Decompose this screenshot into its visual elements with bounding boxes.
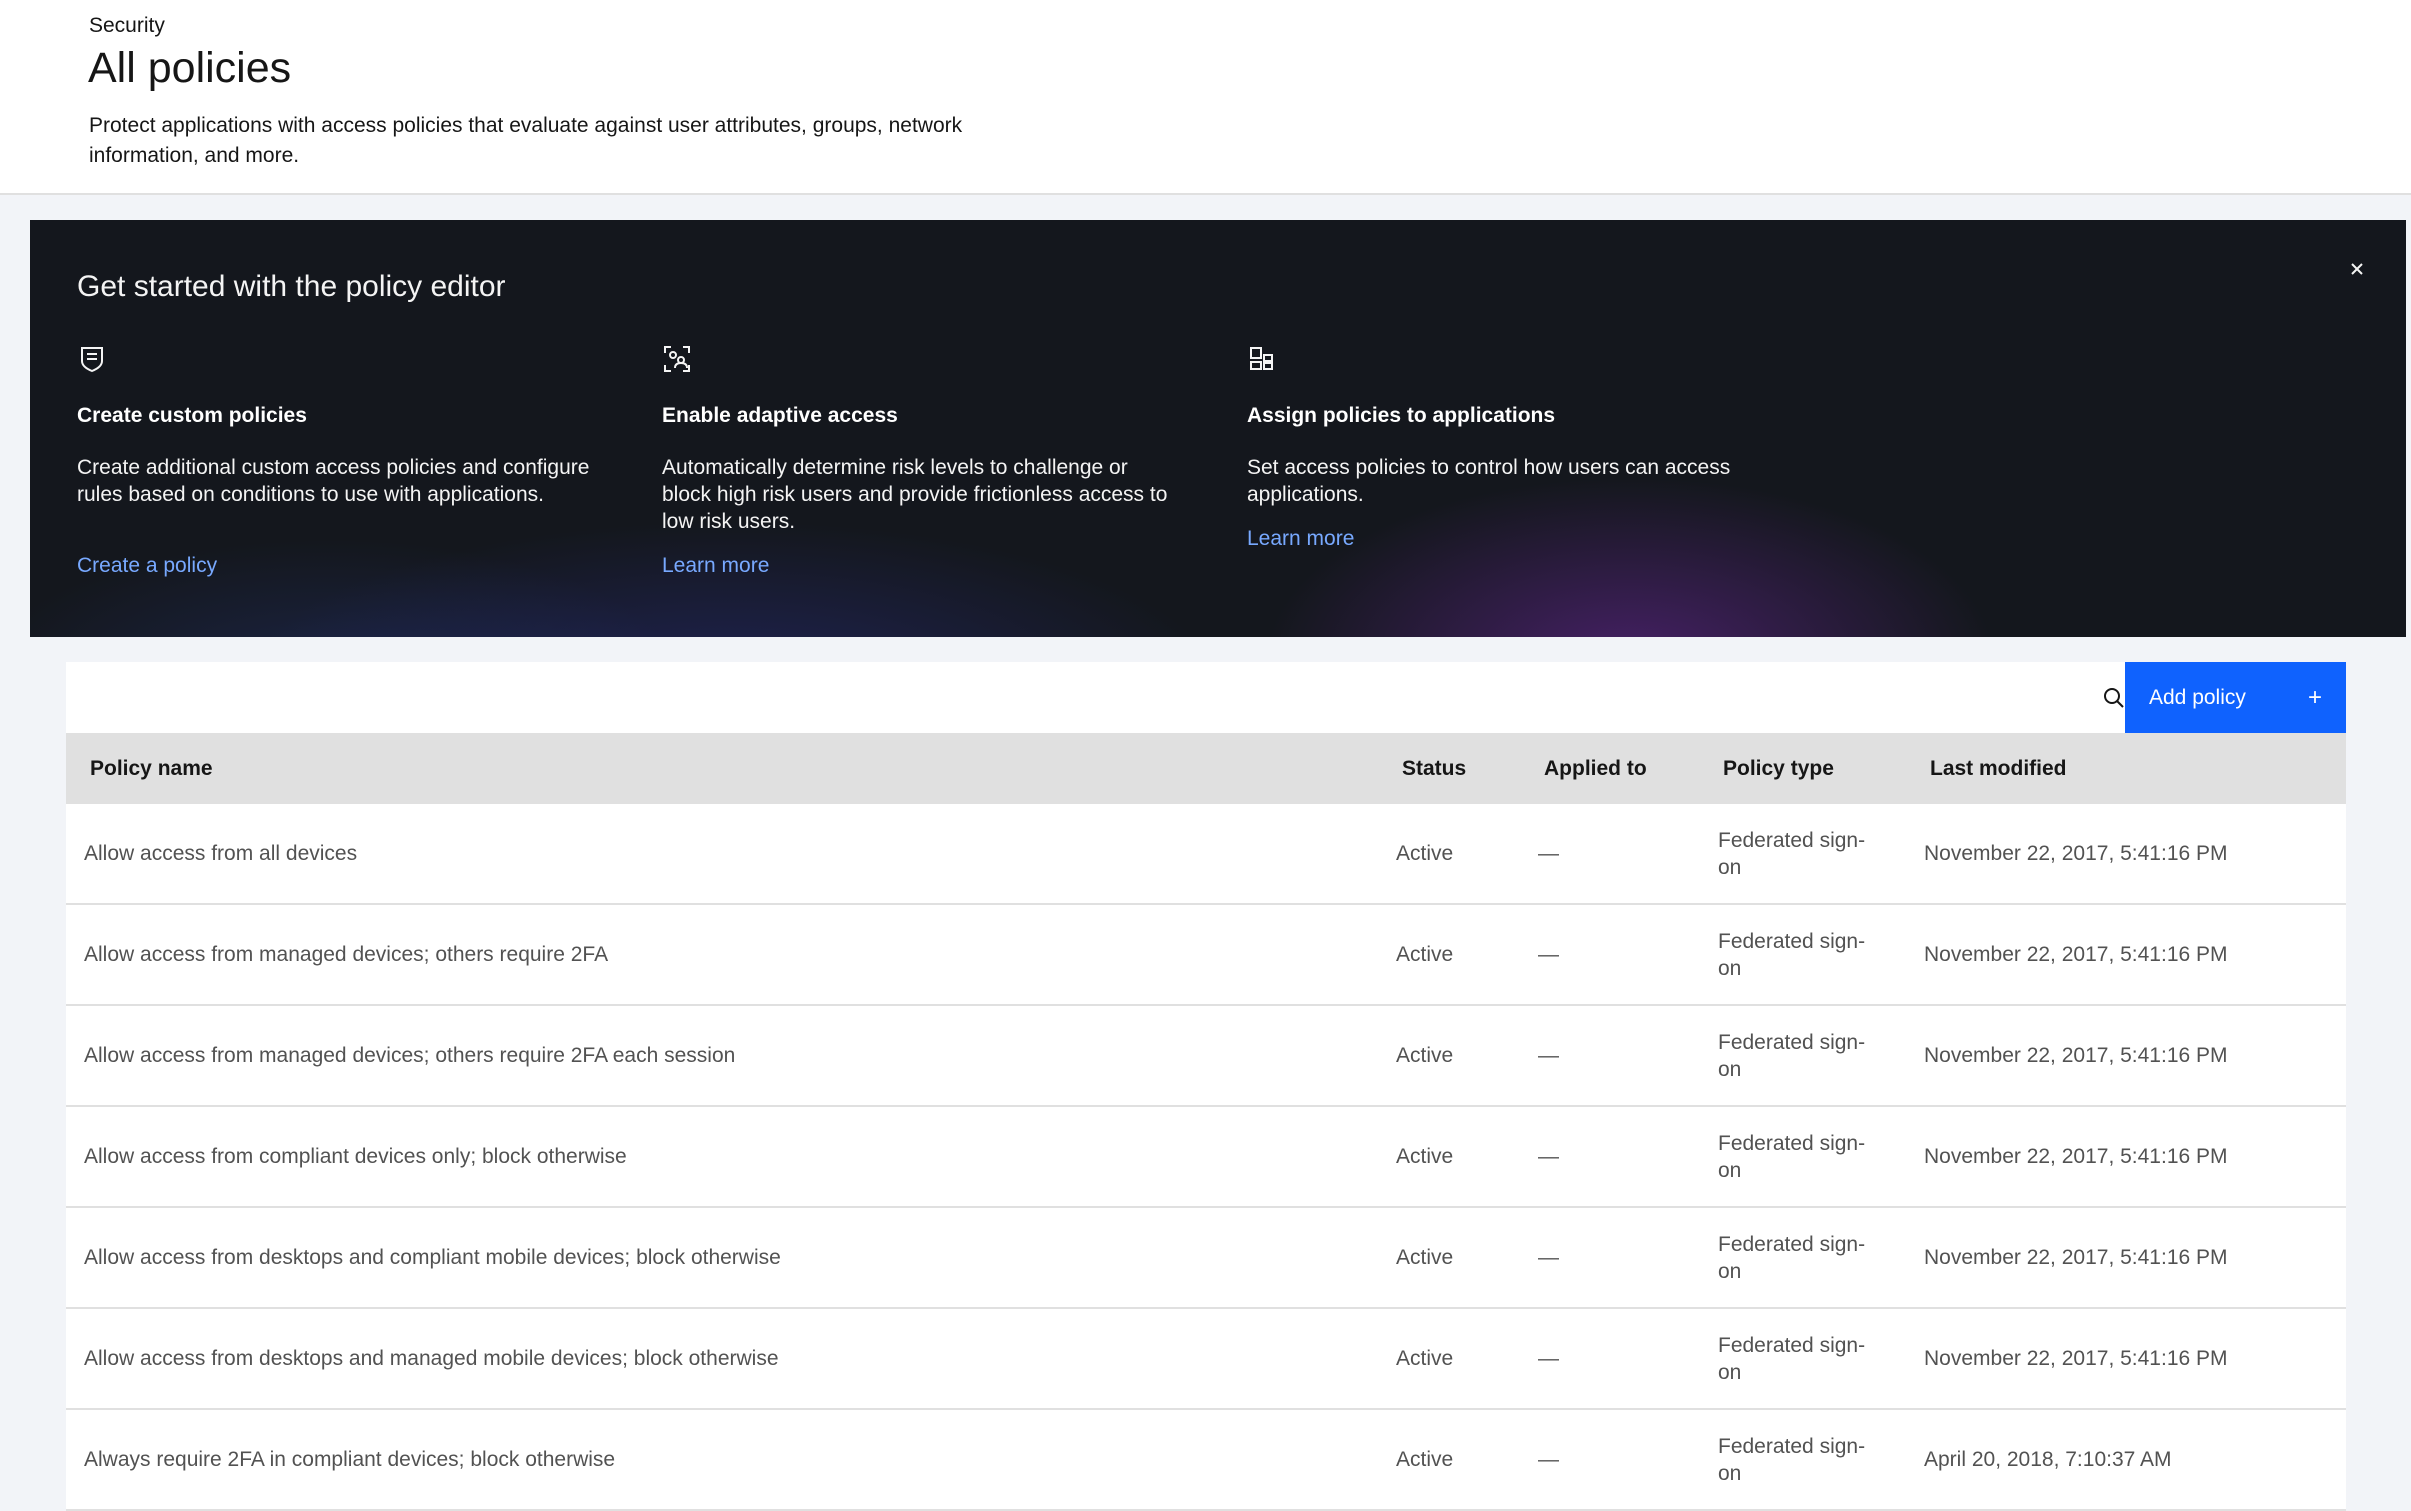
feature-enable-adaptive-access: Enable adaptive access Automatically det… <box>662 344 1182 577</box>
status-cell: Active <box>1396 841 1454 865</box>
last-modified-cell: November 22, 2017, 5:41:16 PM <box>1924 842 2228 865</box>
user-identification-icon <box>662 344 692 374</box>
feature-description: Set access policies to control how users… <box>1247 456 1731 506</box>
table-row[interactable]: Allow access from desktops and compliant… <box>66 1208 2346 1309</box>
last-modified-cell: April 20, 2018, 7:10:37 AM <box>1924 1448 2172 1471</box>
policy-type-cell: Federated sign-on <box>1718 1030 1866 1081</box>
table-header: Policy name Status Applied to Policy typ… <box>66 733 2346 804</box>
banner-title: Get started with the policy editor <box>77 270 506 303</box>
page-title: All policies <box>88 44 292 92</box>
table-row[interactable]: Always require 2FA in compliant devices;… <box>66 1410 2346 1511</box>
policy-name-cell[interactable]: Allow access from managed devices; other… <box>84 1006 1384 1105</box>
add-policy-button[interactable]: Add policy + <box>2125 662 2346 733</box>
last-modified-cell: November 22, 2017, 5:41:16 PM <box>1924 943 2228 966</box>
last-modified-cell: November 22, 2017, 5:41:16 PM <box>1924 1044 2228 1067</box>
feature-create-custom-policies: Create custom policies Create additional… <box>77 344 597 577</box>
policy-type-cell: Federated sign-on <box>1718 1131 1866 1182</box>
status-cell: Active <box>1396 942 1454 966</box>
plus-icon: + <box>2307 683 2322 711</box>
policy-name-cell[interactable]: Allow access from desktops and managed m… <box>84 1309 1384 1408</box>
table-row[interactable]: Allow access from compliant devices only… <box>66 1107 2346 1208</box>
apps-icon <box>1247 344 1277 374</box>
policy-name-cell[interactable]: Allow access from compliant devices only… <box>84 1107 1384 1206</box>
last-modified-cell: November 22, 2017, 5:41:16 PM <box>1924 1347 2228 1370</box>
column-header-policy-name[interactable]: Policy name <box>90 733 213 804</box>
page-description: Protect applications with access policie… <box>89 114 963 167</box>
policy-type-cell: Federated sign-on <box>1718 1232 1866 1283</box>
feature-assign-policies: Assign policies to applications Set acce… <box>1247 344 1767 550</box>
applied-to-cell: — <box>1538 1043 1559 1067</box>
status-cell: Active <box>1396 1447 1454 1471</box>
table-row[interactable]: Allow access from desktops and managed m… <box>66 1309 2346 1410</box>
table-row[interactable]: Allow access from managed devices; other… <box>66 1006 2346 1107</box>
applied-to-cell: — <box>1538 1245 1559 1269</box>
last-modified-cell: November 22, 2017, 5:41:16 PM <box>1924 1145 2228 1168</box>
table-toolbar: Add policy + <box>66 662 2346 733</box>
policy-type-cell: Federated sign-on <box>1718 1434 1866 1485</box>
last-modified-cell: November 22, 2017, 5:41:16 PM <box>1924 1246 2228 1269</box>
feature-description: Automatically determine risk levels to c… <box>662 456 1168 533</box>
get-started-banner: Get started with the policy editor Creat… <box>30 220 2406 637</box>
policies-table: Policy name Status Applied to Policy typ… <box>66 733 2346 1511</box>
column-header-status[interactable]: Status <box>1402 733 1466 804</box>
applied-to-cell: — <box>1538 942 1559 966</box>
table-row[interactable]: Allow access from all devices Active — F… <box>66 804 2346 905</box>
learn-more-link[interactable]: Learn more <box>1247 527 1354 551</box>
table-row[interactable]: Allow access from managed devices; other… <box>66 905 2346 1006</box>
status-cell: Active <box>1396 1245 1454 1269</box>
close-icon[interactable] <box>2344 256 2370 282</box>
applied-to-cell: — <box>1538 1447 1559 1471</box>
feature-description: Create additional custom access policies… <box>77 456 590 506</box>
column-header-policy-type[interactable]: Policy type <box>1723 733 1834 804</box>
breadcrumb[interactable]: Security <box>89 14 165 38</box>
add-policy-label: Add policy <box>2149 685 2246 709</box>
column-header-last-modified[interactable]: Last modified <box>1930 733 2067 804</box>
create-policy-link[interactable]: Create a policy <box>77 554 217 578</box>
feature-heading: Assign policies to applications <box>1247 404 1556 427</box>
policy-name-cell[interactable]: Always require 2FA in compliant devices;… <box>84 1410 1384 1509</box>
feature-heading: Enable adaptive access <box>662 404 898 427</box>
policy-name-cell[interactable]: Allow access from managed devices; other… <box>84 905 1384 1004</box>
column-header-applied-to[interactable]: Applied to <box>1544 733 1664 804</box>
policy-name-cell[interactable]: Allow access from desktops and compliant… <box>84 1208 1384 1307</box>
policy-type-cell: Federated sign-on <box>1718 1333 1866 1384</box>
page-header: Security All policies Protect applicatio… <box>0 0 2411 195</box>
status-cell: Active <box>1396 1144 1454 1168</box>
policy-type-cell: Federated sign-on <box>1718 828 1866 879</box>
applied-to-cell: — <box>1538 1144 1559 1168</box>
policy-name-cell[interactable]: Allow access from all devices <box>84 804 1384 903</box>
applied-to-cell: — <box>1538 1346 1559 1370</box>
policy-document-icon <box>77 344 107 374</box>
feature-heading: Create custom policies <box>77 404 307 427</box>
status-cell: Active <box>1396 1346 1454 1370</box>
learn-more-link[interactable]: Learn more <box>662 554 769 578</box>
status-cell: Active <box>1396 1043 1454 1067</box>
policy-type-cell: Federated sign-on <box>1718 929 1866 980</box>
applied-to-cell: — <box>1538 841 1559 865</box>
